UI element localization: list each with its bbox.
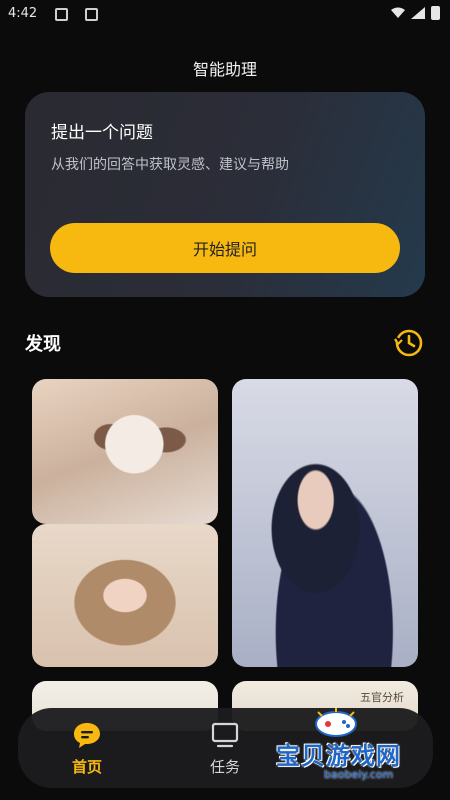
watermark-url: baobeiy.com [324, 768, 394, 781]
watermark: 宝贝游戏网 baobeiy.com [268, 706, 438, 786]
notification-icon [55, 8, 68, 21]
tab-home-label: 首页 [71, 758, 102, 776]
tab-tasks[interactable]: 任务 [196, 708, 254, 788]
ask-card-title: 提出一个问题 [51, 123, 153, 143]
discover-title: 发现 [25, 334, 61, 355]
tab-home[interactable]: 首页 [58, 708, 116, 788]
start-asking-button[interactable]: 开始提问 [50, 223, 400, 273]
discover-card-anime-portrait[interactable] [232, 379, 418, 667]
app-notification-icon [85, 8, 98, 21]
watermark-text: 宝贝游戏网 [276, 742, 401, 770]
status-icons [391, 6, 440, 20]
signal-icon [411, 7, 425, 19]
wifi-icon [391, 7, 405, 18]
history-clock-icon[interactable] [393, 327, 425, 359]
status-bar: 4:42 [0, 0, 450, 30]
ask-card-subtitle: 从我们的回答中获取灵感、建议与帮助 [51, 157, 289, 173]
page-title: 智能助理 [192, 60, 257, 79]
tab-tasks-label: 任务 [209, 758, 240, 776]
ask-question-card: 提出一个问题 从我们的回答中获取灵感、建议与帮助 开始提问 [25, 92, 425, 297]
discover-card-cat[interactable] [32, 379, 218, 524]
discover-card-portrait[interactable] [32, 524, 218, 667]
gamepad-logo-icon [315, 708, 357, 737]
five-senses-label: 五官分析 [360, 691, 404, 704]
monitor-icon [211, 722, 239, 748]
battery-icon [431, 6, 440, 20]
status-time: 4:42 [8, 6, 38, 21]
chat-bubble-icon [74, 723, 100, 748]
